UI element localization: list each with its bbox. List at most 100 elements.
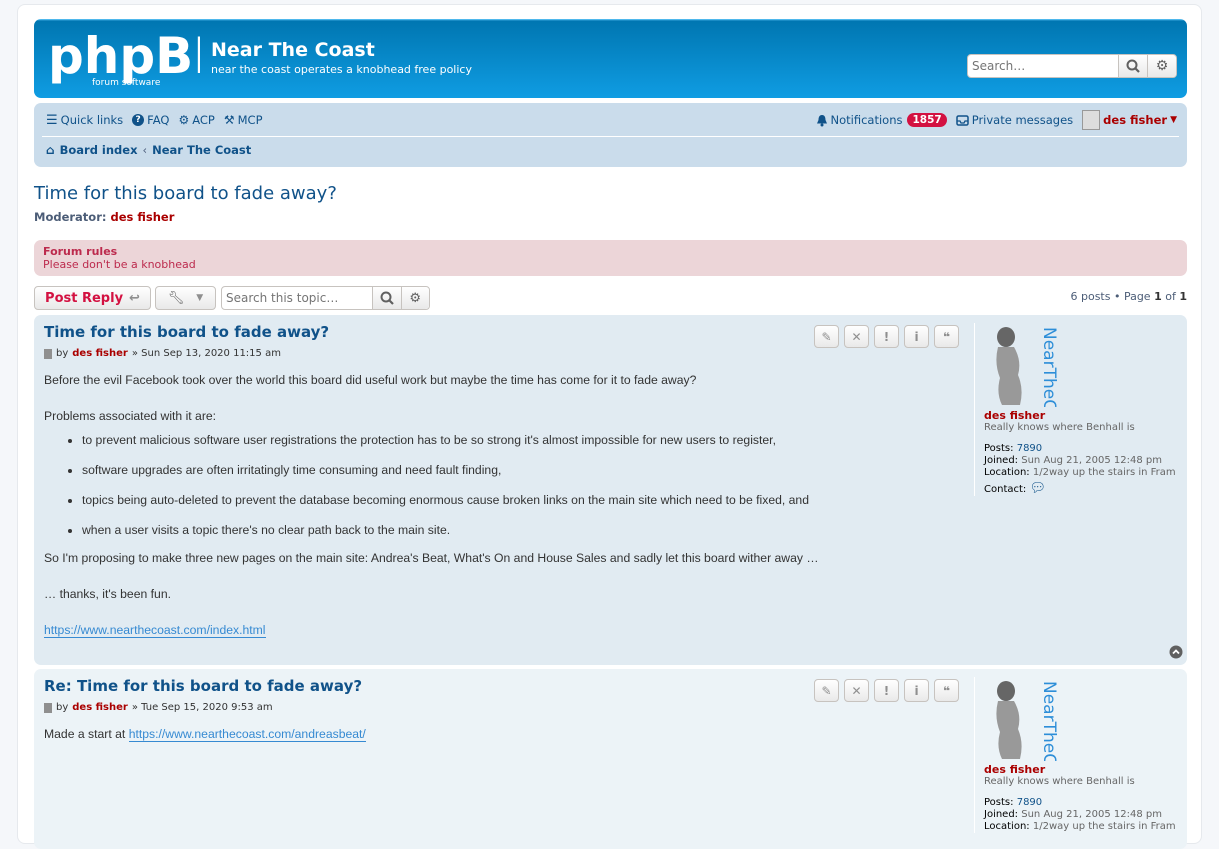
mcp-link[interactable]: ⚒ MCP bbox=[224, 113, 263, 127]
topic-search-input[interactable] bbox=[222, 291, 372, 305]
gear-icon: ⚙ bbox=[1155, 58, 1169, 74]
posts-label: Posts: bbox=[984, 443, 1014, 454]
breadcrumb-board-index[interactable]: Board index bbox=[60, 143, 138, 157]
info-icon: i bbox=[914, 683, 919, 698]
post-content: Made a start at https://www.nearthecoast… bbox=[44, 725, 944, 743]
post: Re: Time for this board to fade away? by… bbox=[34, 669, 1187, 849]
notifications-link[interactable]: Notifications 1857 bbox=[816, 113, 947, 127]
topic-search: ⚙ bbox=[221, 286, 430, 310]
contact-icon[interactable]: 💬︎ bbox=[1029, 481, 1046, 496]
post-paragraph: Problems associated with it are: bbox=[44, 409, 217, 423]
moderator-name[interactable]: des fisher bbox=[111, 210, 175, 224]
post-paragraph: So I'm proposing to make three new pages… bbox=[44, 551, 819, 565]
post-text: Made a start at bbox=[44, 727, 126, 741]
header-bar: phpBB forum software Near The Coast near… bbox=[34, 19, 1187, 98]
info-button[interactable]: i bbox=[904, 325, 929, 348]
delete-button[interactable]: ✕ bbox=[844, 679, 869, 702]
back-to-top-icon[interactable] bbox=[1169, 645, 1183, 659]
profile-joined: Joined: Sun Aug 21, 2005 12:48 pm bbox=[984, 809, 1179, 821]
advanced-search-button[interactable]: ⚙ bbox=[1147, 55, 1176, 77]
avatar[interactable]: NearTheCoast bbox=[984, 677, 1064, 802]
forum-rules-text: Please don't be a knobhead bbox=[43, 258, 196, 271]
joined-label: Joined: bbox=[984, 455, 1019, 466]
post-buttons: ✎ ✕ ! i ❝ bbox=[814, 679, 959, 702]
profile-rank: Really knows where Benhall is bbox=[984, 776, 1135, 787]
profile-rank: Really knows where Benhall is bbox=[984, 422, 1135, 433]
location-value: 1/2way up the stairs in Fram bbox=[1032, 821, 1176, 832]
topic-tools-button[interactable]: 🔧︎ ▼ bbox=[155, 286, 216, 310]
forum-rules-box: Forum rules Please don't be a knobhead bbox=[34, 240, 1187, 276]
svg-text:phpBB: phpBB bbox=[48, 31, 200, 85]
profile-joined: Joined: Sun Aug 21, 2005 12:48 pm bbox=[984, 455, 1179, 467]
page-title[interactable]: Time for this board to fade away? bbox=[34, 183, 337, 204]
forum-rules-title: Forum rules bbox=[43, 245, 118, 258]
posts-label: Posts: bbox=[984, 797, 1014, 808]
current-page: 1 bbox=[1154, 290, 1162, 303]
profile-posts: Posts: 7890 bbox=[984, 443, 1179, 455]
post-by-label: by bbox=[56, 702, 69, 713]
site-logo[interactable]: phpBB forum software bbox=[48, 27, 231, 88]
posts-count[interactable]: 7890 bbox=[1017, 797, 1042, 808]
location-value: 1/2way up the stairs in Fram bbox=[1032, 467, 1176, 478]
acp-label: ACP bbox=[192, 113, 215, 127]
post-link[interactable]: https://www.nearthecoast.com/andreasbeat… bbox=[128, 727, 366, 742]
faq-link[interactable]: ? FAQ bbox=[132, 113, 169, 127]
post-link[interactable]: https://www.nearthecoast.com/index.html bbox=[44, 623, 266, 638]
breadcrumb-separator: ‹ bbox=[142, 143, 148, 157]
report-button[interactable]: ! bbox=[874, 679, 899, 702]
topic-search-button[interactable] bbox=[372, 287, 401, 309]
moderator-label: Moderator: bbox=[34, 210, 107, 224]
post-paragraph: Before the evil Facebook took over the w… bbox=[44, 373, 697, 387]
gavel-icon: ⚒ bbox=[223, 113, 235, 127]
quote-button[interactable]: ❝ bbox=[934, 679, 959, 702]
profile-contact: Contact: 💬︎ bbox=[984, 481, 1179, 496]
acp-link[interactable]: ⚙ ACP bbox=[178, 113, 214, 127]
report-button[interactable]: ! bbox=[874, 325, 899, 348]
user-menu[interactable]: des fisher ▼ bbox=[1082, 110, 1177, 130]
navbar: ☰ Quick links ? FAQ ⚙ ACP ⚒ MCP Notifica… bbox=[34, 103, 1187, 167]
location-label: Location: bbox=[984, 821, 1030, 832]
joined-date: Sun Aug 21, 2005 12:48 pm bbox=[1021, 455, 1162, 466]
post-profile: NearTheCoast des fisher Really knows whe… bbox=[974, 323, 1179, 496]
quote-button[interactable]: ❝ bbox=[934, 325, 959, 348]
post-icon bbox=[44, 702, 52, 713]
nav-left: ☰ Quick links ? FAQ ⚙ ACP ⚒ MCP bbox=[46, 112, 263, 128]
edit-button[interactable]: ✎ bbox=[814, 679, 839, 702]
profile-name[interactable]: des fisher bbox=[984, 764, 1179, 776]
pagination: 6 posts • Page 1 of 1 bbox=[1070, 290, 1187, 303]
breadcrumb: ⌂ Board index ‹ Near The Coast bbox=[46, 143, 251, 157]
caret-down-icon: ▼ bbox=[1170, 115, 1177, 125]
quick-links-menu[interactable]: ☰ Quick links bbox=[46, 113, 123, 128]
cogs-icon: ⚙ bbox=[178, 113, 190, 127]
post-date: » Sun Sep 13, 2020 11:15 am bbox=[131, 348, 281, 359]
pagination-prefix: 6 posts • Page bbox=[1070, 290, 1151, 303]
post-author[interactable]: des fisher bbox=[72, 702, 128, 713]
posts-count[interactable]: 7890 bbox=[1017, 443, 1042, 454]
search-input[interactable] bbox=[968, 55, 1118, 77]
post-buttons: ✎ ✕ ! i ❝ bbox=[814, 325, 959, 348]
delete-button[interactable]: ✕ bbox=[844, 325, 869, 348]
post-meta: by des fisher » Tue Sep 15, 2020 9:53 am bbox=[44, 702, 273, 713]
avatar bbox=[1082, 110, 1101, 130]
profile-posts: Posts: 7890 bbox=[984, 797, 1179, 809]
private-messages-link[interactable]: Private messages bbox=[955, 113, 1073, 127]
search-button[interactable] bbox=[1118, 55, 1147, 77]
post-profile: NearTheCoast des fisher Really knows whe… bbox=[974, 677, 1179, 833]
post-title[interactable]: Time for this board to fade away? bbox=[44, 323, 329, 341]
topic-advanced-search-button[interactable]: ⚙ bbox=[400, 287, 429, 309]
location-label: Location: bbox=[984, 467, 1030, 478]
edit-button[interactable]: ✎ bbox=[814, 325, 839, 348]
profile-name[interactable]: des fisher bbox=[984, 410, 1179, 422]
site-title[interactable]: Near The Coast bbox=[211, 39, 375, 61]
exclamation-icon: ! bbox=[883, 683, 890, 698]
moderator-line: Moderator: des fisher bbox=[34, 210, 174, 224]
list-item: to prevent malicious software user regis… bbox=[82, 431, 944, 449]
breadcrumb-forum[interactable]: Near The Coast bbox=[152, 143, 251, 157]
info-button[interactable]: i bbox=[904, 679, 929, 702]
post-author[interactable]: des fisher bbox=[72, 348, 128, 359]
avatar[interactable]: NearTheCoast bbox=[984, 323, 1064, 448]
post-reply-button[interactable]: Post Reply ↩ bbox=[34, 286, 151, 310]
contact-label: Contact: bbox=[984, 484, 1027, 495]
post-title[interactable]: Re: Time for this board to fade away? bbox=[44, 677, 362, 695]
mcp-label: MCP bbox=[237, 113, 263, 127]
